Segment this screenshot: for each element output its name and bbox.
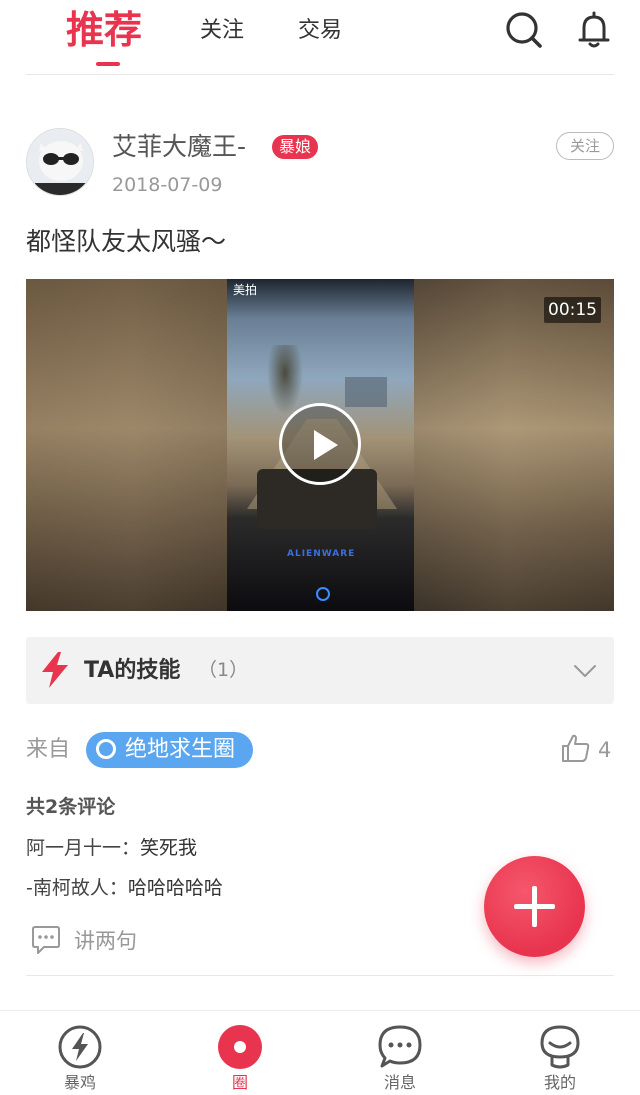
nav-item-circle[interactable]: 圈 <box>160 1011 320 1095</box>
frame-brand-text: ALIENWARE <box>287 549 356 559</box>
author-name[interactable]: 艾菲大魔王- <box>112 129 246 165</box>
nav-item-baoji[interactable]: 暴鸡 <box>0 1011 160 1095</box>
play-icon[interactable] <box>279 403 361 485</box>
comment-bubble-icon <box>32 926 60 954</box>
like-count: 4 <box>598 738 612 762</box>
video-blur-left <box>26 279 227 611</box>
comment-text: 哈哈哈哈哈 <box>127 877 223 899</box>
post-text: 都怪队友太风骚～ <box>26 227 227 256</box>
circle-ring-icon <box>96 739 116 759</box>
reply-label: 讲两句 <box>74 929 137 953</box>
chevron-down-icon[interactable] <box>572 658 598 684</box>
lightning-icon <box>42 652 68 688</box>
skill-count: （1） <box>198 659 249 681</box>
circle-tag-label: 绝地求生圈 <box>125 737 236 762</box>
comment-user: 阿一月十一： <box>26 837 141 859</box>
video-duration: 00:15 <box>544 297 601 323</box>
nav-item-profile[interactable]: 我的 <box>480 1011 640 1095</box>
chat-icon <box>378 1025 422 1068</box>
nav-label: 消息 <box>383 1073 416 1092</box>
bell-icon[interactable] <box>574 10 614 50</box>
comment-item[interactable]: 阿一月十一：笑死我 <box>26 833 197 863</box>
frame-tree <box>267 345 303 415</box>
comment-user: -南柯故人： <box>26 877 128 899</box>
frame-logo-icon <box>316 587 330 601</box>
from-label: 来自 <box>26 737 71 762</box>
video-overlay-text: 美拍 <box>233 283 258 297</box>
create-post-button[interactable] <box>484 856 585 957</box>
top-bar: 推荐 关注 交易 <box>0 0 640 76</box>
lightning-icon <box>58 1025 102 1069</box>
tab-following[interactable]: 关注 <box>200 0 244 62</box>
frame-building <box>345 377 387 407</box>
author-avatar[interactable] <box>26 128 94 196</box>
profile-icon <box>540 1025 580 1069</box>
bottom-nav: 暴鸡 圈 消息 我的 <box>0 1010 640 1095</box>
active-tab-indicator <box>96 62 120 66</box>
author-badge: 暴娘 <box>272 135 319 159</box>
video-player[interactable]: 美拍 ALIENWARE 00:15 <box>26 279 614 611</box>
nav-label: 我的 <box>543 1073 576 1092</box>
circle-tag[interactable]: 绝地求生圈 <box>86 732 254 768</box>
comment-text: 笑死我 <box>140 837 198 859</box>
comment-item[interactable]: -南柯故人：哈哈哈哈哈 <box>26 873 223 903</box>
tab-recommend[interactable]: 推荐 <box>66 0 142 60</box>
skill-label: TA的技能 <box>84 658 181 683</box>
nav-label: 暴鸡 <box>63 1073 96 1092</box>
tab-trade[interactable]: 交易 <box>298 0 342 62</box>
circle-icon <box>218 1025 262 1069</box>
skill-bar[interactable]: TA的技能 （1） <box>26 637 614 704</box>
header-divider <box>26 74 614 75</box>
post-date: 2018-07-09 <box>112 174 223 196</box>
post-divider <box>26 975 614 976</box>
search-icon[interactable] <box>504 10 544 50</box>
comments-count[interactable]: 共2条评论 <box>26 792 115 822</box>
thumbs-up-icon[interactable] <box>560 732 592 764</box>
follow-button[interactable]: 关注 <box>556 132 614 160</box>
video-blur-right <box>414 279 614 611</box>
nav-item-messages[interactable]: 消息 <box>320 1011 480 1095</box>
nav-label: 圈 <box>231 1073 248 1092</box>
avatar-image <box>27 129 93 195</box>
